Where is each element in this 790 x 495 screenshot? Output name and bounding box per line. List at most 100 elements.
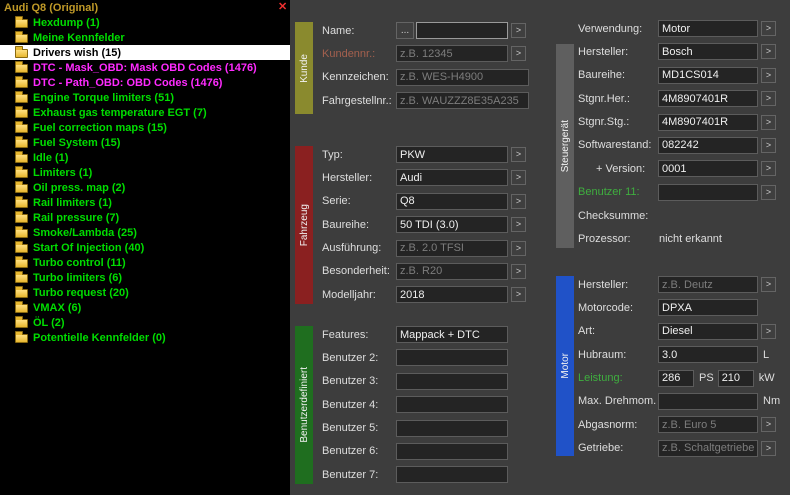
- expand-button[interactable]: >: [511, 147, 526, 162]
- field-input[interactable]: [396, 262, 508, 280]
- tree-item[interactable]: Exhaust gas temperature EGT (7): [0, 105, 290, 120]
- expand-button[interactable]: >: [511, 263, 526, 279]
- field-input[interactable]: [717, 369, 754, 387]
- field-input[interactable]: [658, 346, 758, 364]
- field-row: Benutzer 3:: [322, 372, 508, 390]
- field-label: Benutzer 4:: [322, 398, 379, 411]
- field-input[interactable]: [396, 396, 508, 414]
- expand-button[interactable]: >: [761, 114, 776, 130]
- field-label: Motorcode:: [578, 301, 634, 314]
- field-input[interactable]: [396, 326, 508, 343]
- tree-item[interactable]: Drivers wish (15): [0, 45, 290, 60]
- tree-item[interactable]: Fuel correction maps (15): [0, 120, 290, 135]
- field-input[interactable]: [396, 192, 508, 210]
- expand-button[interactable]: >: [511, 287, 526, 303]
- tree-item[interactable]: Engine Torque limiters (51): [0, 90, 290, 105]
- group-kunde-rows: Name:... > Kundennr.: > Kennzeichen: Fahrgest…: [322, 22, 529, 110]
- tree-item[interactable]: Meine Kennfelder: [0, 30, 290, 45]
- field-row: Hersteller: >: [578, 43, 776, 61]
- expand-button[interactable]: >: [761, 417, 776, 433]
- field-input[interactable]: [416, 22, 508, 39]
- field-input[interactable]: [396, 146, 508, 163]
- expand-button[interactable]: >: [511, 46, 526, 62]
- tree-item[interactable]: Rail limiters (1): [0, 195, 290, 210]
- field-input[interactable]: [396, 92, 529, 110]
- field-input[interactable]: [658, 66, 758, 84]
- tree-item[interactable]: Smoke/Lambda (25): [0, 225, 290, 240]
- tree-item-label: Exhaust gas temperature EGT (7): [33, 106, 207, 119]
- tree-item[interactable]: Turbo request (20): [0, 285, 290, 300]
- field-input[interactable]: [396, 372, 508, 390]
- field-input[interactable]: [658, 43, 758, 61]
- field-input[interactable]: [396, 239, 508, 257]
- tree-item[interactable]: Rail pressure (7): [0, 210, 290, 225]
- field-row: Motorcode:: [578, 299, 784, 317]
- expand-button[interactable]: >: [761, 44, 776, 60]
- folder-icon: [15, 16, 28, 28]
- tree-item[interactable]: Hexdump (1): [0, 15, 290, 30]
- folder-icon: [15, 46, 28, 58]
- field-input[interactable]: [396, 45, 508, 63]
- tree-item[interactable]: Potentielle Kennfelder (0): [0, 330, 290, 345]
- field-input[interactable]: [396, 216, 508, 234]
- field-input[interactable]: [396, 286, 508, 304]
- field-input[interactable]: [396, 68, 529, 86]
- expand-button[interactable]: >: [511, 23, 526, 38]
- tree-item[interactable]: Turbo control (11): [0, 255, 290, 270]
- expand-button[interactable]: >: [761, 323, 776, 339]
- field-label: Benutzer 3:: [322, 375, 379, 388]
- field-input[interactable]: [396, 466, 508, 484]
- folder-icon: [15, 106, 28, 118]
- expand-button[interactable]: >: [761, 21, 776, 36]
- expand-button[interactable]: >: [761, 440, 776, 456]
- tree-item[interactable]: Idle (1): [0, 150, 290, 165]
- field-input[interactable]: [658, 160, 758, 178]
- expand-button[interactable]: >: [511, 240, 526, 256]
- field-input[interactable]: [658, 183, 758, 201]
- tree-item[interactable]: Turbo limiters (6): [0, 270, 290, 285]
- field-row: Abgasnorm: >: [578, 416, 784, 434]
- field-input[interactable]: [396, 349, 508, 367]
- tree-item[interactable]: ÖL (2): [0, 315, 290, 330]
- tree-item[interactable]: Fuel System (15): [0, 135, 290, 150]
- tree-item-label: Limiters (1): [33, 166, 93, 179]
- tree-item[interactable]: DTC - Mask_OBD: Mask OBD Codes (1476): [0, 60, 290, 75]
- field-input[interactable]: [658, 136, 758, 154]
- field-input[interactable]: [658, 369, 694, 387]
- field-row: Features:: [322, 326, 508, 343]
- field-input[interactable]: [658, 276, 758, 293]
- expand-button[interactable]: >: [511, 193, 526, 209]
- field-label: Baureihe:: [322, 218, 370, 231]
- expand-button[interactable]: >: [511, 170, 526, 186]
- field-input[interactable]: [658, 113, 758, 131]
- expand-button[interactable]: >: [761, 137, 776, 153]
- group-motor-bar: Motor: [556, 276, 574, 456]
- field-row: Benutzer 7:: [322, 466, 508, 484]
- tree-item-label: Meine Kennfelder: [33, 31, 125, 44]
- close-icon[interactable]: ✕: [278, 0, 287, 13]
- field-input[interactable]: [658, 416, 758, 434]
- field-input[interactable]: [658, 322, 758, 340]
- field-input[interactable]: [658, 20, 758, 37]
- browse-button[interactable]: ...: [396, 22, 414, 39]
- field-input[interactable]: [396, 419, 508, 437]
- field-input[interactable]: [396, 169, 508, 187]
- tree-item[interactable]: VMAX (6): [0, 300, 290, 315]
- field-input[interactable]: [396, 442, 508, 460]
- field-input[interactable]: [658, 439, 758, 457]
- expand-button[interactable]: >: [761, 277, 776, 292]
- expand-button[interactable]: >: [761, 91, 776, 107]
- expand-button[interactable]: >: [761, 184, 776, 200]
- expand-button[interactable]: >: [761, 67, 776, 83]
- field-input[interactable]: [658, 392, 758, 410]
- expand-button[interactable]: >: [761, 161, 776, 177]
- tree-item[interactable]: Oil press. map (2): [0, 180, 290, 195]
- field-input[interactable]: [658, 299, 758, 317]
- field-label: Leistung:: [578, 372, 623, 385]
- field-label: Benutzer 6:: [322, 445, 379, 458]
- tree-item[interactable]: Limiters (1): [0, 165, 290, 180]
- tree-item[interactable]: DTC - Path_OBD: OBD Codes (1476): [0, 75, 290, 90]
- tree-item[interactable]: Start Of Injection (40): [0, 240, 290, 255]
- expand-button[interactable]: >: [511, 217, 526, 233]
- field-input[interactable]: [658, 90, 758, 108]
